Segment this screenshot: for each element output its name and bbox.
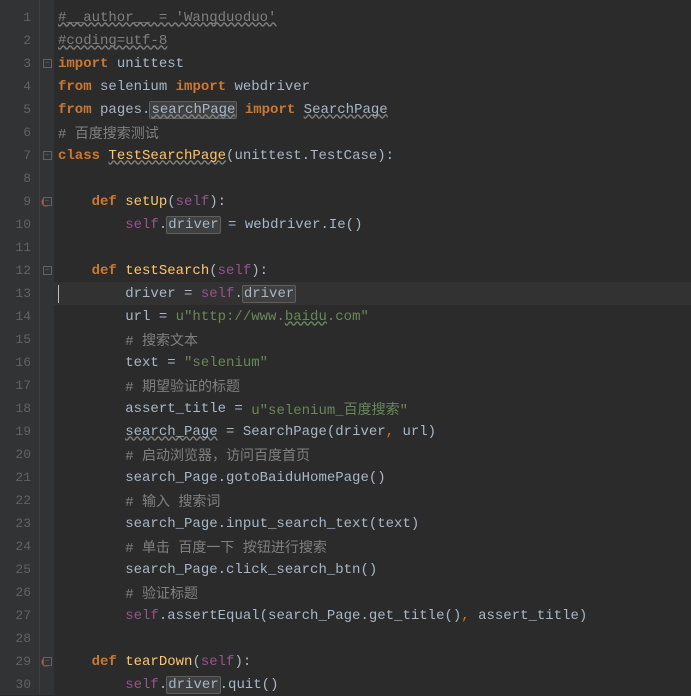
code-line[interactable]: from pages.searchPage import SearchPage (54, 98, 691, 121)
code-line[interactable]: def tearDown(self): (54, 650, 691, 673)
code-line[interactable] (54, 167, 691, 190)
code-line[interactable]: # 百度搜索测试 (54, 121, 691, 144)
code-line[interactable]: # 单击 百度一下 按钮进行搜索 (54, 535, 691, 558)
line-number: 5 (0, 98, 39, 121)
text-caret (58, 285, 59, 303)
code-line[interactable]: # 启动浏览器，访问百度首页 (54, 443, 691, 466)
code-line[interactable]: text = "selenium" (54, 351, 691, 374)
line-number: 12 (0, 259, 39, 282)
line-number: 19 (0, 420, 39, 443)
code-line[interactable]: from selenium import webdriver (54, 75, 691, 98)
code-line[interactable]: self.driver.quit() (54, 673, 691, 696)
line-number: 11 (0, 236, 39, 259)
code-line[interactable]: # 验证标题 (54, 581, 691, 604)
code-line[interactable] (54, 236, 691, 259)
line-number: 3 (0, 52, 39, 75)
line-number: 28 (0, 627, 39, 650)
line-number: 1 (0, 6, 39, 29)
code-line-current[interactable]: driver = self.driver (54, 282, 691, 305)
line-number: 18 (0, 397, 39, 420)
code-line[interactable]: #coding=utf-8 (54, 29, 691, 52)
line-number: 4 (0, 75, 39, 98)
fold-collapse-icon[interactable]: − (43, 197, 52, 206)
fold-collapse-icon[interactable]: − (43, 59, 52, 68)
line-number: 20 (0, 443, 39, 466)
fold-collapse-icon[interactable]: − (43, 657, 52, 666)
code-line[interactable]: # 期望验证的标题 (54, 374, 691, 397)
code-line[interactable]: # 搜索文本 (54, 328, 691, 351)
code-line[interactable]: #__author__ = 'Wangduoduo' (54, 6, 691, 29)
code-line[interactable]: search_Page.click_search_btn() (54, 558, 691, 581)
code-line[interactable]: def testSearch(self): (54, 259, 691, 282)
code-line[interactable] (54, 627, 691, 650)
fold-collapse-icon[interactable]: − (43, 151, 52, 160)
code-line[interactable]: search_Page.input_search_text(text) (54, 512, 691, 535)
code-line[interactable]: search_Page.gotoBaiduHomePage() (54, 466, 691, 489)
line-number: 10 (0, 213, 39, 236)
line-number: 21 (0, 466, 39, 489)
code-line[interactable]: self.driver = webdriver.Ie() (54, 213, 691, 236)
code-line[interactable]: def setUp(self): (54, 190, 691, 213)
line-number: 27 (0, 604, 39, 627)
line-number: 16 (0, 351, 39, 374)
code-line[interactable]: self.assertEqual(search_Page.get_title()… (54, 604, 691, 627)
line-number-gutter: 1 2 3 4 5 6 7 8 9 10 11 12 13 14 15 16 1… (0, 0, 40, 695)
line-number: 15 (0, 328, 39, 351)
code-line[interactable]: url = u"http://www.baidu.com" (54, 305, 691, 328)
line-number: 2 (0, 29, 39, 52)
fold-gutter: − − − − − (40, 0, 54, 695)
line-number: 22 (0, 489, 39, 512)
line-number: 23 (0, 512, 39, 535)
line-number: 25 (0, 558, 39, 581)
fold-collapse-icon[interactable]: − (43, 266, 52, 275)
code-editor[interactable]: #__author__ = 'Wangduoduo' #coding=utf-8… (54, 0, 691, 695)
line-number: 9 (0, 190, 39, 213)
line-number: 26 (0, 581, 39, 604)
line-number: 7 (0, 144, 39, 167)
line-number: 14 (0, 305, 39, 328)
line-number: 8 (0, 167, 39, 190)
line-number: 17 (0, 374, 39, 397)
line-number: 13 (0, 282, 39, 305)
line-number: 29 (0, 650, 39, 673)
code-line[interactable]: class TestSearchPage(unittest.TestCase): (54, 144, 691, 167)
code-line[interactable]: import unittest (54, 52, 691, 75)
line-number: 24 (0, 535, 39, 558)
line-number: 30 (0, 673, 39, 696)
line-number: 6 (0, 121, 39, 144)
code-line[interactable]: # 输入 搜索词 (54, 489, 691, 512)
code-line[interactable]: assert_title = u"selenium_百度搜索" (54, 397, 691, 420)
code-line[interactable]: search_Page = SearchPage(driver, url) (54, 420, 691, 443)
